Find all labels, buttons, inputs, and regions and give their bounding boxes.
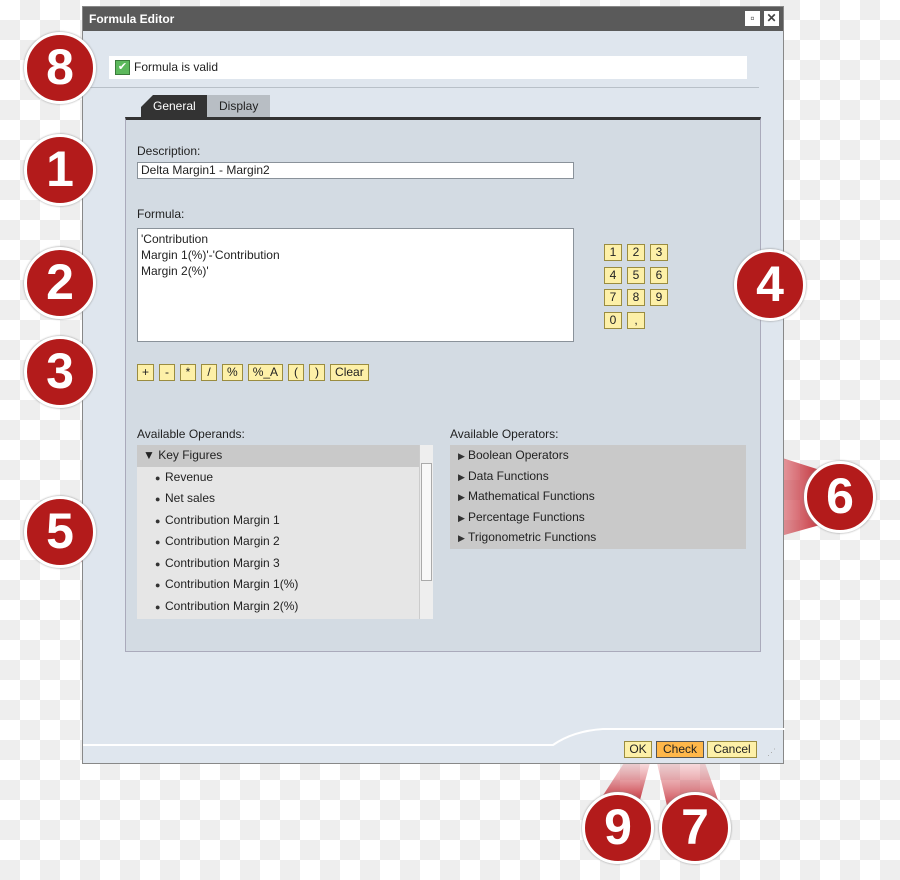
operator-button[interactable]: %_A [247, 364, 284, 381]
keypad-button[interactable]: 7 [604, 289, 622, 306]
operator-category[interactable]: ▶ Mathematical Functions [450, 486, 746, 507]
keypad-button[interactable]: 8 [627, 289, 645, 306]
cancel-button[interactable]: Cancel [707, 741, 757, 758]
caret-right-icon: ▶ [458, 492, 465, 502]
tab-display[interactable]: Display [207, 95, 271, 117]
keypad-button[interactable]: 2 [627, 244, 645, 261]
callout-1: 1 [24, 134, 96, 206]
operand-label: Contribution Margin 1(%) [165, 577, 299, 591]
callout-7: 7 [659, 792, 731, 864]
bullet-icon: ● [155, 494, 161, 504]
keypad-button[interactable]: 4 [604, 266, 622, 284]
title-bar: Formula Editor [83, 7, 783, 31]
callout-6: 6 [804, 461, 876, 533]
ok-button[interactable]: OK [624, 741, 652, 758]
operator-button[interactable]: + [137, 364, 155, 381]
keypad-button[interactable]: 0 [604, 311, 622, 329]
caret-right-icon: ▶ [458, 512, 465, 523]
maximize-icon[interactable]: ▫ [745, 11, 760, 26]
operator-category[interactable]: ▶ Trigonometric Functions [450, 527, 746, 548]
scrollbar-thumb[interactable] [421, 463, 432, 581]
operators-list: ▶ Boolean Operators ▶ Data Functions ▶ Mathem… [450, 445, 746, 549]
operator-category-label: Trigonometric Functions [468, 530, 597, 544]
description-label: Description: [137, 144, 201, 158]
operator-button[interactable]: / [201, 364, 218, 381]
resize-grip-icon[interactable]: ⋰ [767, 747, 776, 758]
operand-item[interactable]: ● Contribution Margin 2(%) [137, 596, 433, 618]
caret-down-icon: ▼ [143, 448, 159, 462]
operand-item[interactable]: ● Contribution Margin 2 [137, 531, 433, 553]
caret-right-icon: ▶ [458, 471, 465, 482]
callout-8: 8 [24, 32, 96, 104]
operand-label: Contribution Margin 1 [165, 512, 280, 527]
check-button[interactable]: Check [656, 741, 704, 758]
clear-button[interactable]: Clear [330, 364, 369, 381]
operand-label: Contribution Margin 3 [165, 555, 280, 570]
keypad-button[interactable]: 9 [650, 289, 668, 306]
operator-category[interactable]: ▶ Data Functions [450, 466, 746, 487]
operator-category-label: Boolean Operators [468, 448, 569, 462]
callout-4: 4 [734, 249, 806, 321]
keypad-button[interactable]: 5 [627, 266, 645, 284]
close-icon[interactable]: ✕ [764, 11, 779, 26]
operand-label: Contribution Margin 2 [165, 534, 280, 548]
formula-editor-dialog: Formula Editor ▫ ✕ ✔ Formula is valid Gen… [82, 6, 785, 764]
group-label: Key Figures [158, 448, 223, 462]
callout-9: 9 [582, 792, 654, 864]
operand-item[interactable]: ● Net sales [137, 488, 433, 510]
operator-category[interactable]: ▶ Percentage Functions [450, 507, 746, 528]
operator-button[interactable]: * [180, 364, 197, 381]
operator-button[interactable]: ) [309, 364, 326, 381]
operand-item[interactable]: ● Contribution Margin 1 [137, 510, 433, 532]
operand-group-key-figures[interactable]: ▼ Key Figures [137, 445, 433, 467]
keypad-button[interactable]: , [627, 311, 645, 329]
divider [83, 87, 759, 88]
callout-3: 3 [24, 336, 96, 408]
operands-list: ▼ Key Figures ● Revenue ● Net sales ● Contrib… [137, 445, 433, 619]
keypad-button[interactable]: 3 [650, 244, 668, 261]
tab-general[interactable]: General [141, 95, 208, 117]
bullet-icon: ● [155, 537, 161, 547]
operator-button[interactable]: % [222, 364, 243, 381]
operators-label: Available Operators: [450, 427, 559, 441]
operands-label: Available Operands: [137, 427, 245, 441]
operand-item[interactable]: ● Revenue [137, 467, 433, 489]
operands-scrollbar[interactable] [419, 445, 433, 619]
dialog-title: Formula Editor [89, 12, 175, 26]
status-bar: ✔ Formula is valid [109, 56, 747, 79]
operator-button[interactable]: ( [288, 364, 305, 381]
caret-right-icon: ▶ [458, 533, 465, 543]
formula-textarea[interactable]: 'Contribution Margin 1(%)'-'Contribution… [137, 228, 574, 342]
description-input[interactable]: Delta Margin1 - Margin2 [137, 162, 574, 179]
operator-category-label: Data Functions [468, 468, 549, 483]
bullet-icon: ● [155, 558, 161, 569]
callout-5: 5 [24, 496, 96, 568]
general-panel: Description: Delta Margin1 - Margin2 For… [125, 117, 761, 652]
caret-right-icon: ▶ [458, 451, 465, 461]
operand-label: Contribution Margin 2(%) [165, 598, 299, 613]
operand-item[interactable]: ● Contribution Margin 1(%) [137, 574, 433, 596]
bullet-icon: ● [155, 515, 161, 526]
operand-item[interactable]: ● Contribution Margin 3 [137, 553, 433, 575]
status-text: Formula is valid [134, 60, 219, 74]
bullet-icon: ● [155, 472, 161, 483]
formula-label: Formula: [137, 207, 185, 221]
operator-buttons: + - * /% %_A() Clear [137, 364, 374, 381]
operator-category-label: Mathematical Functions [468, 489, 595, 503]
operator-button[interactable]: - [159, 364, 176, 381]
check-icon: ✔ [115, 60, 130, 76]
operand-label: Net sales [165, 491, 216, 505]
keypad-button[interactable]: 1 [604, 244, 622, 261]
callout-2: 2 [24, 247, 96, 319]
bullet-icon: ● [155, 601, 161, 612]
bullet-icon: ● [155, 580, 161, 590]
keypad-button[interactable]: 6 [650, 266, 668, 284]
operator-category-label: Percentage Functions [468, 509, 585, 524]
operator-category[interactable]: ▶ Boolean Operators [450, 445, 746, 466]
operand-label: Revenue [165, 469, 214, 484]
